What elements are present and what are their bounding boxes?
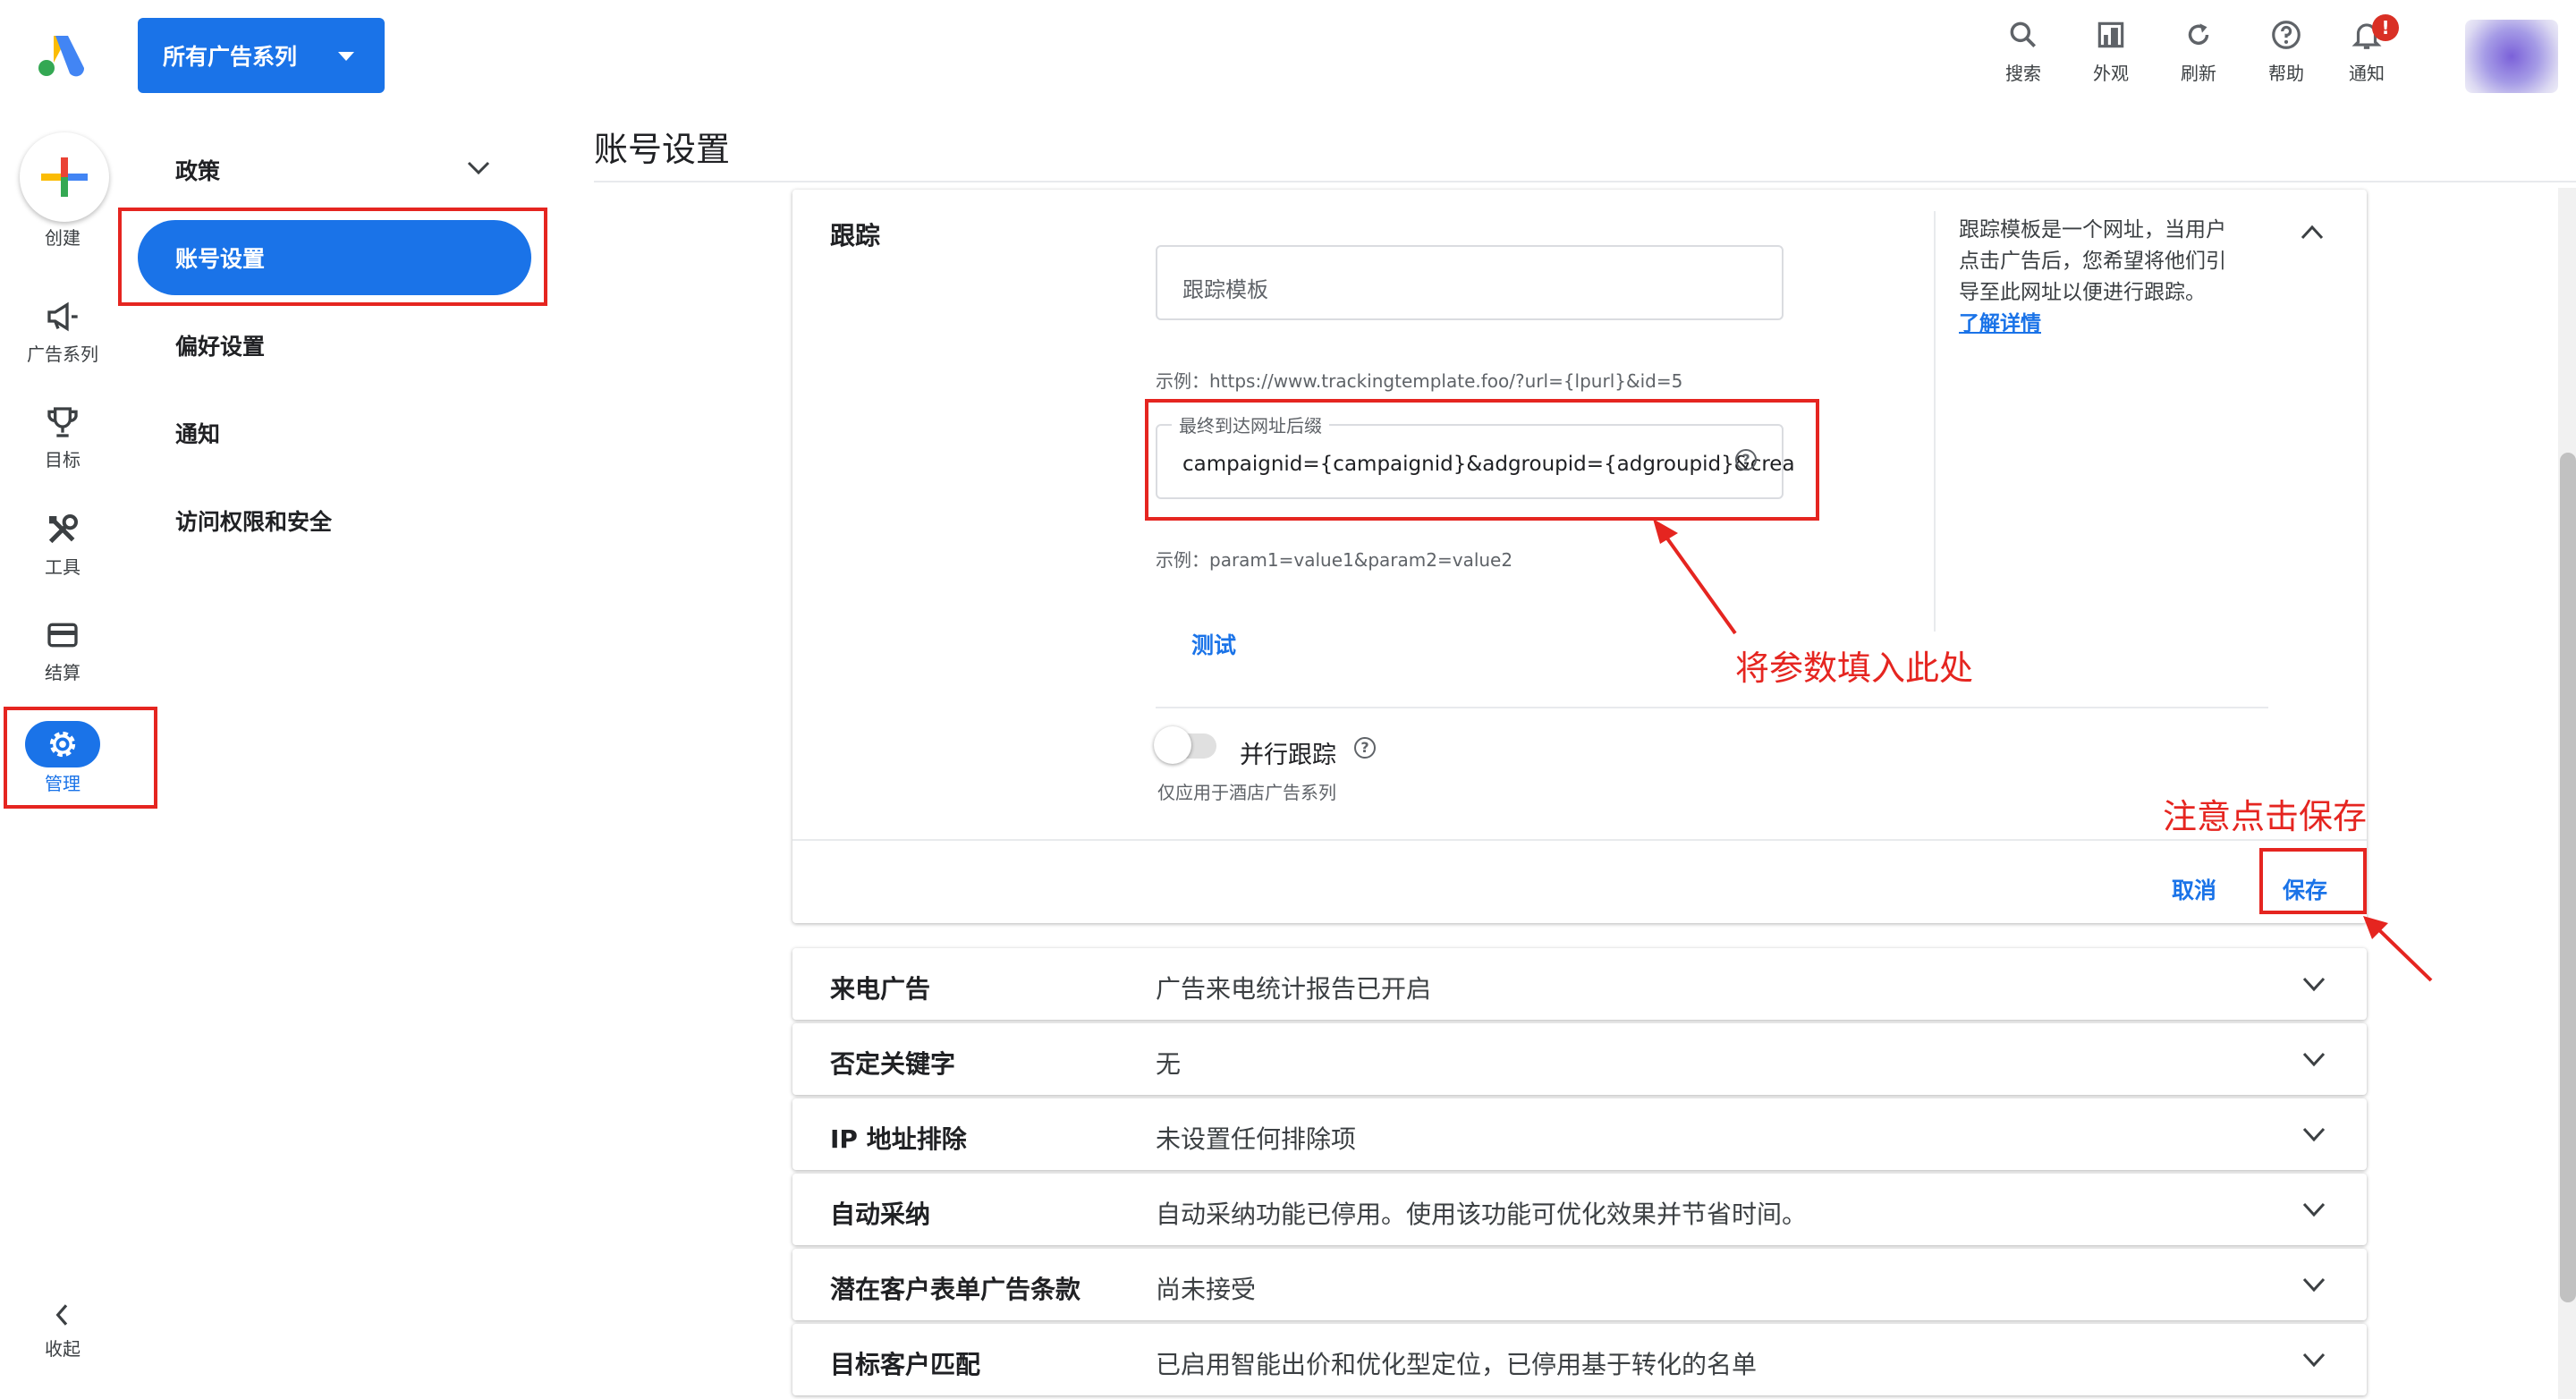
parallel-tracking-label: 并行跟踪 <box>1240 742 1336 769</box>
help-line: 跟踪模板是一个网址，当用户 <box>1959 218 2226 242</box>
rail-item-goals[interactable]: 目标 <box>0 404 125 471</box>
chevron-down-icon <box>2302 1277 2326 1293</box>
tracking-template-placeholder: 跟踪模板 <box>1182 277 1268 302</box>
account-avatar[interactable] <box>2465 20 2558 93</box>
row-label: 自动采纳 <box>830 1200 931 1229</box>
rail-item-billing[interactable]: 结算 <box>0 617 125 684</box>
row-value: 自动采纳功能已停用。使用该功能可优化效果并节省时间。 <box>1156 1200 1808 1229</box>
help-label: 帮助 <box>2268 63 2304 84</box>
learn-more-link[interactable]: 了解详情 <box>1959 309 2226 340</box>
annotation-box-admin <box>4 707 157 809</box>
test-button[interactable]: 测试 <box>1191 628 1236 660</box>
row-label: 否定关键字 <box>830 1049 956 1079</box>
parallel-help-icon[interactable]: ? <box>1354 737 1376 759</box>
row-label: IP 地址排除 <box>830 1124 967 1154</box>
row-label: 来电广告 <box>830 974 931 1004</box>
tracking-section-label: 跟踪 <box>830 221 881 250</box>
subnav-item-access-security[interactable]: 访问权限和安全 <box>175 504 332 537</box>
subnav-item-notifications[interactable]: 通知 <box>175 417 220 449</box>
settings-row-auto-apply[interactable]: 自动采纳 自动采纳功能已停用。使用该功能可优化效果并节省时间。 <box>792 1174 2367 1245</box>
cancel-button[interactable]: 取消 <box>2172 873 2216 905</box>
row-value: 未设置任何排除项 <box>1156 1124 1357 1154</box>
campaign-selector-label: 所有广告系列 <box>163 44 298 70</box>
page-title: 账号设置 <box>594 130 731 169</box>
appearance-icon <box>2097 21 2124 48</box>
arrow-icon <box>1653 519 1737 635</box>
settings-row-ip-exclusions[interactable]: IP 地址排除 未设置任何排除项 <box>792 1098 2367 1170</box>
refresh-label: 刷新 <box>2181 63 2216 84</box>
search-icon <box>2010 21 2037 48</box>
notification-badge: ! <box>2372 14 2399 41</box>
trophy-icon <box>47 407 78 437</box>
parallel-tracking-toggle-knob[interactable] <box>1154 726 1191 764</box>
annotation-box-account-settings <box>118 208 547 306</box>
refresh-button[interactable]: 刷新 <box>2163 18 2234 98</box>
row-label: 目标客户匹配 <box>830 1350 981 1379</box>
parallel-tracking-note: 仅应用于酒店广告系列 <box>1157 782 1336 803</box>
suffix-example: 示例：param1=value1&param2=value2 <box>1156 549 1513 571</box>
appearance-button[interactable]: 外观 <box>2075 18 2147 98</box>
settings-row-call-ads[interactable]: 来电广告 广告来电统计报告已开启 <box>792 948 2367 1020</box>
annotation-click-save: 注意点击保存 <box>2163 797 2368 836</box>
create-label: 创建 <box>45 227 80 249</box>
tracking-help-text: 跟踪模板是一个网址，当用户 点击广告后，您希望将他们引 导至此网址以便进行跟踪。… <box>1959 215 2226 340</box>
scrollbar-thumb[interactable] <box>2560 453 2576 1302</box>
chevron-down-icon <box>2302 1127 2326 1142</box>
subnav-item-preferences[interactable]: 偏好设置 <box>175 329 265 361</box>
help-line: 点击广告后，您希望将他们引 <box>1959 250 2226 273</box>
notifications-label: 通知 <box>2349 63 2385 84</box>
settings-row-negative-keywords[interactable]: 否定关键字 无 <box>792 1023 2367 1095</box>
chevron-left-icon <box>55 1304 68 1326</box>
row-label: 潜在客户表单广告条款 <box>830 1275 1081 1304</box>
megaphone-icon <box>47 301 78 332</box>
row-value: 无 <box>1156 1049 1182 1079</box>
help-line: 导至此网址以便进行跟踪。 <box>1959 281 2206 304</box>
collapse-label: 收起 <box>45 1338 80 1360</box>
chevron-down-icon <box>2302 1052 2326 1067</box>
arrow-icon <box>2363 916 2433 982</box>
chevron-down-icon <box>2302 1352 2326 1368</box>
rail-label: 目标 <box>45 449 80 471</box>
rail-item-tools[interactable]: 工具 <box>0 512 125 579</box>
help-divider <box>1934 211 1936 632</box>
dropdown-caret-icon <box>338 52 354 61</box>
annotation-fill-params: 将参数填入此处 <box>1735 649 1974 688</box>
annotation-box-suffix <box>1145 399 1819 521</box>
settings-row-customer-match[interactable]: 目标客户匹配 已启用智能出价和优化型定位，已停用基于转化的名单 <box>792 1324 2367 1395</box>
settings-row-lead-form-terms[interactable]: 潜在客户表单广告条款 尚未接受 <box>792 1249 2367 1320</box>
search-button[interactable]: 搜索 <box>1987 18 2059 98</box>
tracking-template-field[interactable]: 跟踪模板 <box>1156 245 1784 320</box>
chevron-down-icon <box>2302 977 2326 992</box>
rail-label: 广告系列 <box>27 343 98 365</box>
tracking-template-example: 示例：https://www.trackingtemplate.foo/?url… <box>1156 370 1683 392</box>
appearance-label: 外观 <box>2093 63 2129 84</box>
section-divider <box>1156 707 2268 708</box>
row-value: 已启用智能出价和优化型定位，已停用基于转化的名单 <box>1156 1350 1758 1379</box>
card-footer-divider <box>792 839 2367 841</box>
rail-item-campaigns[interactable]: 广告系列 <box>0 299 125 366</box>
row-value: 广告来电统计报告已开启 <box>1156 974 1432 1004</box>
refresh-icon <box>2188 23 2209 46</box>
title-divider <box>594 181 2576 182</box>
tools-icon <box>48 514 79 544</box>
credit-card-icon <box>47 623 78 648</box>
create-button[interactable] <box>20 132 109 222</box>
chevron-up-icon[interactable] <box>2299 222 2326 243</box>
rail-label: 结算 <box>45 662 80 683</box>
rail-label: 工具 <box>45 556 80 578</box>
chevron-down-icon <box>2302 1202 2326 1217</box>
chevron-down-icon[interactable] <box>465 159 492 177</box>
row-value: 尚未接受 <box>1156 1275 1257 1304</box>
campaign-selector[interactable]: 所有广告系列 <box>138 18 385 93</box>
help-icon <box>2272 21 2301 49</box>
collapse-button[interactable]: 收起 <box>0 1301 125 1361</box>
subnav-item-policy[interactable]: 政策 <box>175 154 220 186</box>
search-label: 搜索 <box>2005 63 2041 84</box>
annotation-box-save <box>2259 848 2367 914</box>
plus-icon <box>41 157 88 197</box>
help-button[interactable]: 帮助 <box>2250 18 2322 98</box>
google-ads-logo[interactable] <box>36 32 88 79</box>
